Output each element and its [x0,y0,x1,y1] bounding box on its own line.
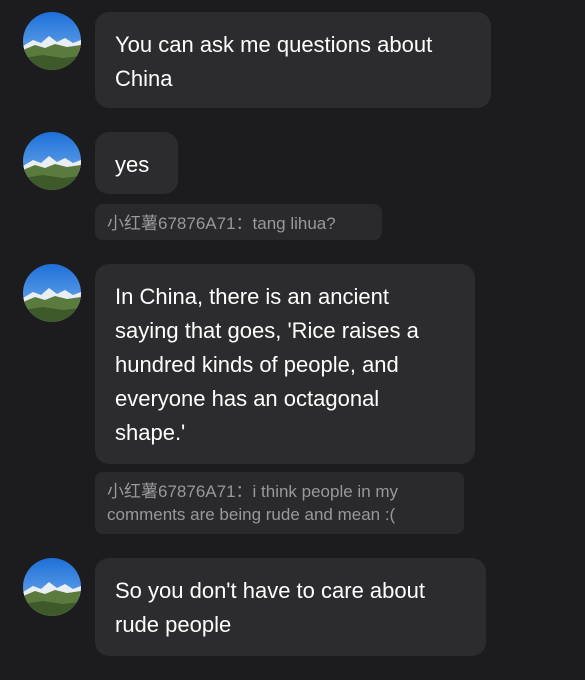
message-line: hundred kinds of people, and [115,352,399,377]
avatar[interactable] [23,12,81,70]
avatar[interactable] [23,558,81,616]
message-line: saying that goes, 'Rice raises a [115,318,419,343]
message-line: China [115,66,173,91]
quoted-reply[interactable]: 小红薯67876A71：i think people in my comment… [95,472,464,534]
chat-thread: You can ask me questions about China yes… [0,0,585,680]
quoted-line: comments are being rude and mean :( [107,505,396,524]
message-line: shape.' [115,420,186,445]
message-line: So you don't have to care about [115,578,425,603]
quoted-line: 小红薯67876A71：tang lihua? [107,214,336,233]
message-line: rude people [115,612,232,637]
avatar[interactable] [23,264,81,322]
quoted-reply[interactable]: 小红薯67876A71：tang lihua? [95,204,382,240]
quoted-line: 小红薯67876A71：i think people in my [107,482,399,501]
message-bubble[interactable]: You can ask me questions about China [95,12,491,108]
message-bubble[interactable]: So you don't have to care about rude peo… [95,558,486,656]
mountain-landscape-icon [23,558,81,616]
message-bubble[interactable]: yes [95,132,178,194]
message-line: everyone has an octagonal [115,386,380,411]
mountain-landscape-icon [23,132,81,190]
avatar[interactable] [23,132,81,190]
mountain-landscape-icon [23,12,81,70]
message-line: In China, there is an ancient [115,284,389,309]
message-bubble[interactable]: In China, there is an ancient saying tha… [95,264,475,464]
message-line: You can ask me questions about [115,32,433,57]
message-line: yes [115,152,150,177]
mountain-landscape-icon [23,264,81,322]
